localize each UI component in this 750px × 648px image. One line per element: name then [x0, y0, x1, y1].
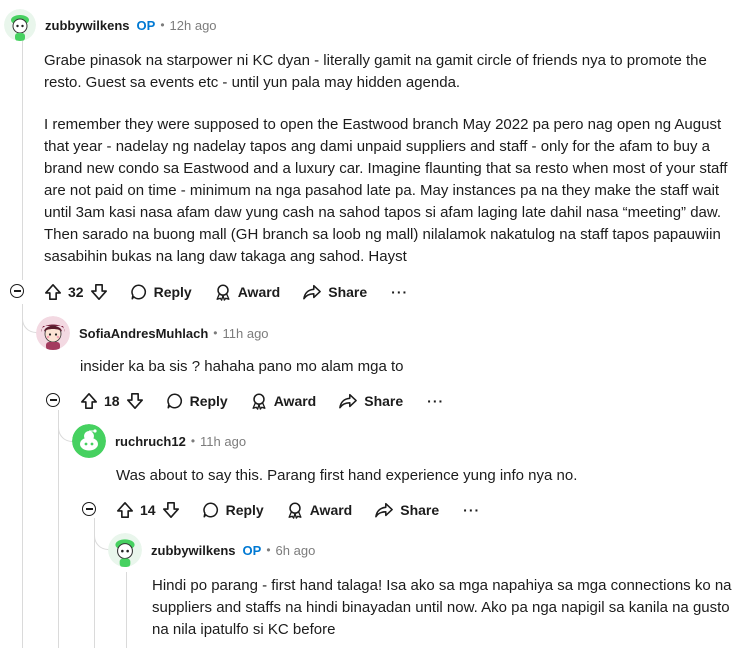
downvote-button[interactable] — [90, 283, 108, 301]
downvote-button[interactable] — [126, 392, 144, 410]
more-options-button[interactable]: ··· — [463, 502, 480, 518]
comment-bubble-icon — [166, 393, 182, 409]
comment-bubble-icon — [202, 502, 218, 518]
upvote-icon — [80, 392, 98, 410]
comment-paragraph: Was about to say this. Parang first hand… — [116, 467, 578, 484]
comment-header: SofiaAndresMuhlach • 11h ago — [36, 316, 269, 350]
avatar[interactable] — [72, 424, 106, 458]
downvote-icon — [90, 283, 107, 301]
comment-paragraph: I remember they were supposed to open th… — [44, 116, 728, 265]
share-icon — [303, 284, 322, 300]
separator-dot: • — [160, 18, 165, 32]
share-label: Share — [328, 284, 368, 300]
vote-count: 32 — [68, 284, 84, 300]
downvote-button[interactable] — [162, 501, 180, 519]
author-name[interactable]: ruchruch12 — [115, 434, 186, 449]
award-label: Award — [309, 502, 353, 518]
separator-dot: • — [213, 326, 218, 340]
comment-header: zubbywilkens OP • 6h ago — [108, 533, 315, 567]
award-icon — [288, 502, 302, 519]
collapse-thread-button[interactable] — [10, 284, 24, 298]
author-name[interactable]: zubbywilkens — [45, 18, 130, 33]
comment-body: Grabe pinasok na starpower ni KC dyan - … — [44, 50, 744, 268]
avatar[interactable] — [4, 9, 36, 41]
reply-label: Reply — [153, 284, 192, 300]
reply-label: Reply — [189, 393, 228, 409]
collapse-thread-button[interactable] — [82, 502, 96, 516]
comment-paragraph: Hindi po parang - first hand talaga! Isa… — [152, 577, 732, 638]
upvote-icon — [116, 501, 134, 519]
vote-count: 18 — [104, 393, 120, 409]
collapse-thread-button[interactable] — [46, 393, 60, 407]
comment-header: ruchruch12 • 11h ago — [72, 424, 246, 458]
op-badge: OP — [136, 17, 156, 33]
reply-label: Reply — [225, 502, 264, 518]
comment-header: zubbywilkens OP • 12h ago — [4, 9, 217, 41]
comment-body: Was about to say this. Parang first hand… — [116, 465, 740, 487]
comment-bubble-icon — [130, 284, 146, 300]
award-icon — [252, 393, 266, 410]
more-options-button[interactable]: ··· — [427, 393, 444, 409]
upvote-button[interactable] — [116, 501, 134, 519]
comment-paragraph: Grabe pinasok na starpower ni KC dyan - … — [44, 52, 707, 91]
thread-line[interactable] — [22, 304, 23, 648]
more-options-button[interactable]: ··· — [391, 284, 408, 300]
author-name[interactable]: zubbywilkens — [151, 543, 236, 558]
separator-dot: • — [266, 543, 271, 557]
award-button[interactable]: Award — [214, 283, 281, 301]
award-label: Award — [237, 284, 281, 300]
comment-paragraph: insider ka ba sis ? hahaha pano mo alam … — [80, 358, 404, 375]
avatar[interactable] — [36, 316, 70, 350]
comment-actions: 32 Reply Award Share ··· — [44, 280, 408, 304]
share-label: Share — [364, 393, 404, 409]
thread-line[interactable] — [22, 38, 23, 280]
award-button[interactable]: Award — [250, 392, 317, 410]
timestamp[interactable]: 12h ago — [170, 18, 217, 33]
share-button[interactable]: Share — [302, 283, 367, 301]
separator-dot: • — [190, 434, 196, 448]
share-icon — [339, 393, 358, 409]
downvote-icon — [162, 501, 179, 519]
comment-actions: 18 Reply Award Share ··· — [80, 389, 444, 413]
timestamp[interactable]: 6h ago — [276, 543, 316, 558]
thread-line[interactable] — [58, 410, 59, 648]
comment-body: Hindi po parang - first hand talaga! Isa… — [152, 575, 740, 641]
share-button[interactable]: Share — [374, 501, 439, 519]
upvote-button[interactable] — [80, 392, 98, 410]
avatar[interactable] — [108, 533, 142, 567]
share-label: Share — [400, 502, 440, 518]
downvote-icon — [126, 392, 143, 410]
comment-actions: 14 Reply Award Share ··· — [116, 498, 480, 522]
award-icon — [216, 284, 230, 301]
timestamp[interactable]: 11h ago — [200, 434, 246, 449]
thread-line[interactable] — [126, 572, 127, 648]
reply-button[interactable]: Reply — [130, 283, 192, 301]
upvote-button[interactable] — [44, 283, 62, 301]
comment-body: insider ka ba sis ? hahaha pano mo alam … — [80, 356, 740, 378]
timestamp[interactable]: 11h ago — [223, 326, 269, 341]
share-icon — [375, 502, 394, 518]
share-button[interactable]: Share — [338, 392, 403, 410]
award-label: Award — [273, 393, 317, 409]
vote-count: 14 — [140, 502, 156, 518]
reply-button[interactable]: Reply — [202, 501, 264, 519]
author-name[interactable]: SofiaAndresMuhlach — [79, 326, 208, 341]
upvote-icon — [44, 283, 62, 301]
op-badge: OP — [242, 542, 262, 558]
reply-button[interactable]: Reply — [166, 392, 228, 410]
award-button[interactable]: Award — [286, 501, 353, 519]
